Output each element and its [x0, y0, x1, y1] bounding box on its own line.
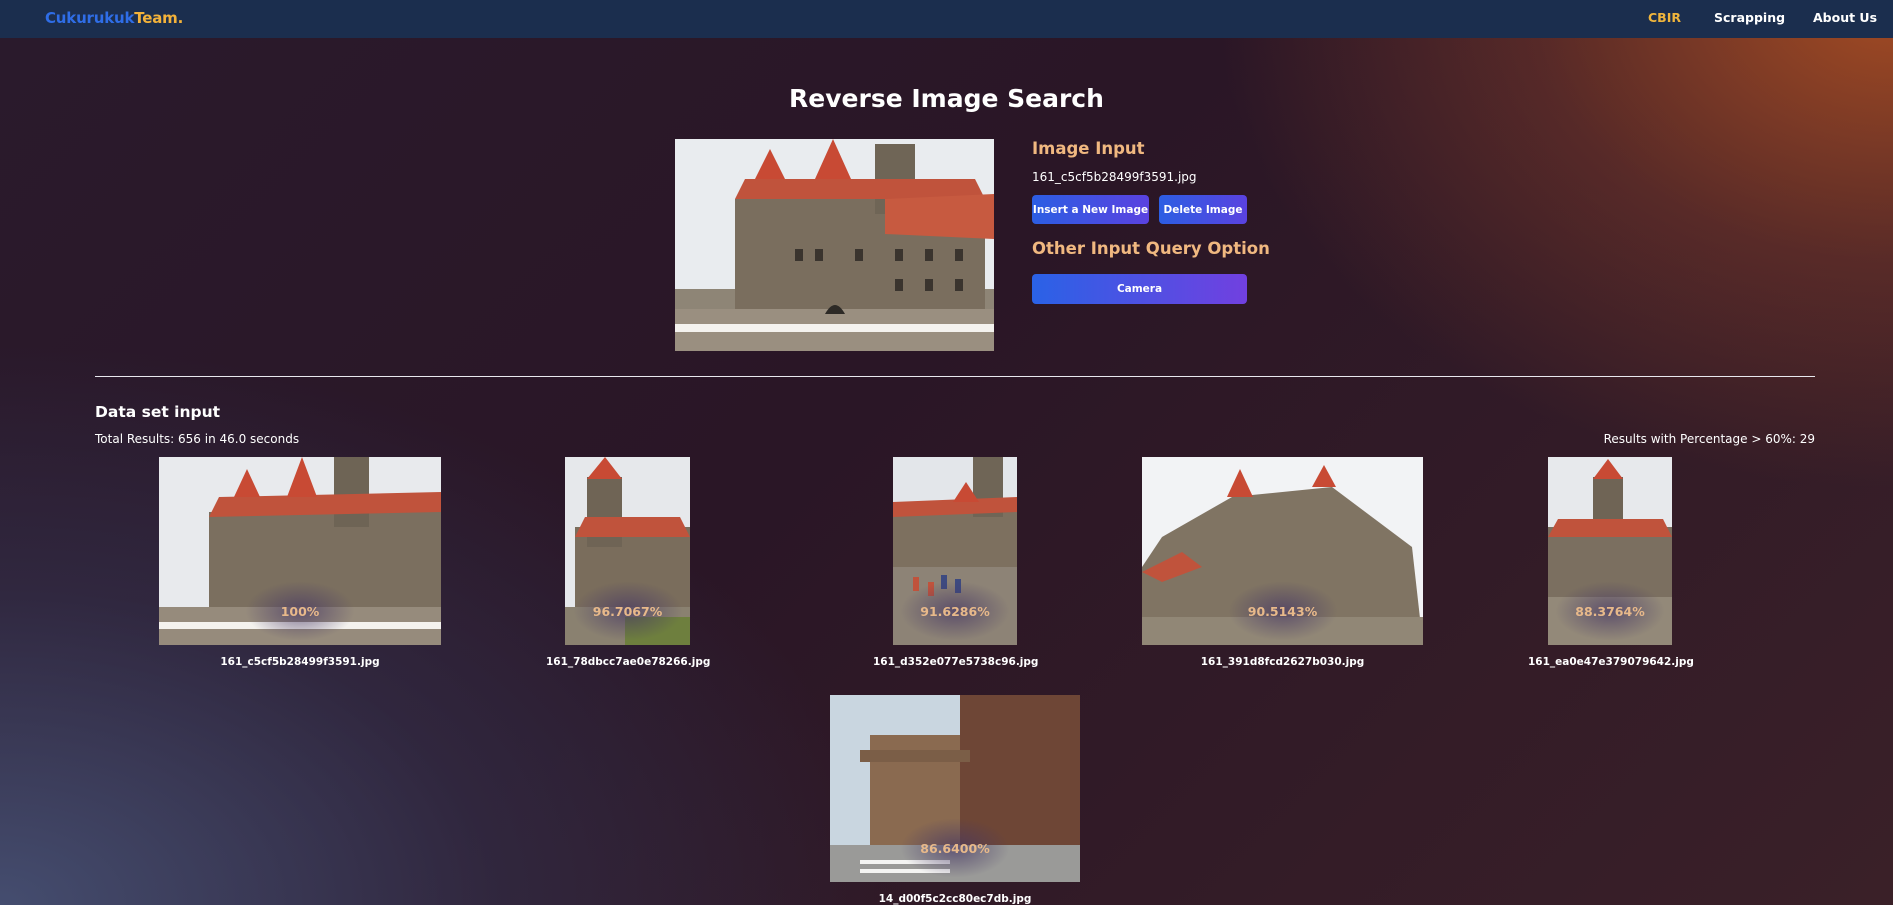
- similarity-percentage: 100%: [280, 604, 320, 619]
- nav-link-about-us[interactable]: About Us: [1813, 10, 1877, 25]
- section-divider: [95, 376, 1815, 377]
- result-card[interactable]: 91.6286% 161_d352e077e5738c96.jpg: [873, 457, 1038, 668]
- nav-link-cbir[interactable]: CBIR: [1648, 10, 1681, 25]
- result-thumbnail[interactable]: 91.6286%: [893, 457, 1017, 645]
- brand-name-part2: Team.: [134, 9, 184, 27]
- nav-link-scrapping[interactable]: Scrapping: [1714, 10, 1785, 25]
- result-thumbnail[interactable]: 100%: [159, 457, 441, 645]
- query-image: [675, 139, 994, 351]
- image-input-label: Image Input: [1032, 139, 1145, 158]
- result-card[interactable]: 88.3764% 161_ea0e47e379079642.jpg: [1528, 457, 1694, 668]
- page-title: Reverse Image Search: [789, 84, 1104, 113]
- result-card[interactable]: 86.6400% 14_d00f5c2cc80ec7db.jpg: [830, 695, 1080, 905]
- query-filename: 161_c5cf5b28499f3591.jpg: [1032, 170, 1197, 184]
- result-filename: 161_ea0e47e379079642.jpg: [1528, 656, 1694, 668]
- result-filename: 161_391d8fcd2627b030.jpg: [1200, 656, 1365, 668]
- result-filename: 161_78dbcc7ae0e78266.jpg: [546, 656, 711, 668]
- similarity-percentage: 91.6286%: [920, 604, 990, 619]
- percentage-results-text: Results with Percentage > 60%: 29: [1603, 432, 1815, 446]
- dataset-title: Data set input: [95, 403, 221, 421]
- delete-image-button[interactable]: Delete Image: [1159, 195, 1247, 224]
- result-card[interactable]: 100% 161_c5cf5b28499f3591.jpg: [159, 457, 441, 668]
- result-filename: 161_d352e077e5738c96.jpg: [873, 656, 1039, 668]
- result-thumbnail[interactable]: 90.5143%: [1142, 457, 1423, 645]
- result-card[interactable]: 90.5143% 161_391d8fcd2627b030.jpg: [1142, 457, 1423, 668]
- navbar: CukurukukTeam. CBIR Scrapping About Us: [0, 0, 1893, 38]
- result-filename: 161_c5cf5b28499f3591.jpg: [220, 656, 380, 668]
- result-thumbnail[interactable]: 86.6400%: [830, 695, 1080, 882]
- result-filename: 14_d00f5c2cc80ec7db.jpg: [878, 893, 1032, 905]
- insert-new-image-button[interactable]: Insert a New Image: [1032, 195, 1149, 224]
- brand-logo[interactable]: CukurukukTeam.: [45, 9, 183, 27]
- similarity-percentage: 86.6400%: [920, 841, 990, 856]
- other-input-option-label: Other Input Query Option: [1032, 239, 1270, 258]
- camera-button[interactable]: Camera: [1032, 274, 1247, 304]
- similarity-percentage: 90.5143%: [1247, 604, 1318, 619]
- similarity-percentage: 96.7067%: [592, 604, 663, 619]
- result-thumbnail[interactable]: 88.3764%: [1548, 457, 1672, 645]
- result-card[interactable]: 96.7067% 161_78dbcc7ae0e78266.jpg: [546, 457, 710, 668]
- total-results-text: Total Results: 656 in 46.0 seconds: [95, 432, 300, 446]
- similarity-percentage: 88.3764%: [1575, 604, 1645, 619]
- brand-name-part1: Cukurukuk: [45, 9, 135, 27]
- result-thumbnail[interactable]: 96.7067%: [565, 457, 690, 645]
